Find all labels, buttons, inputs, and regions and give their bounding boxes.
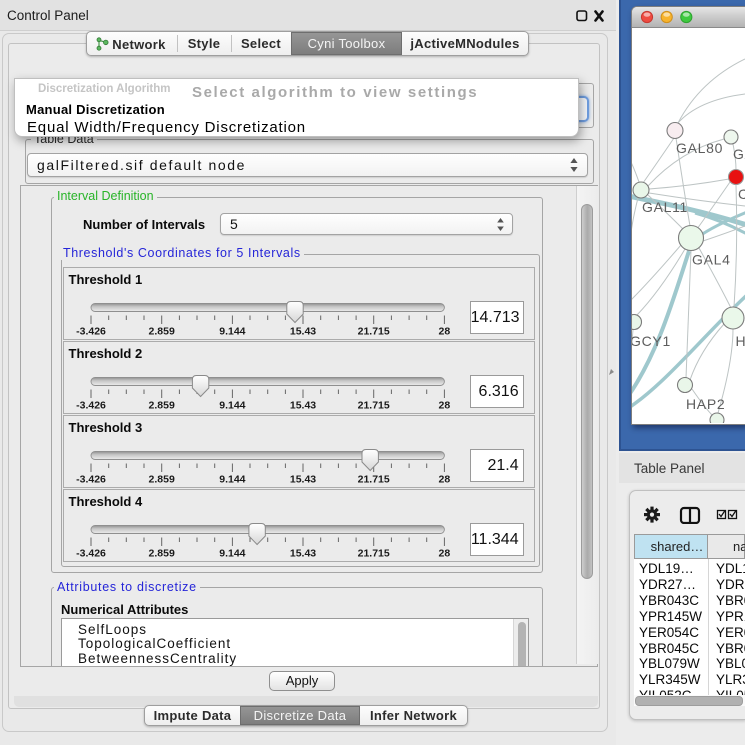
svg-text:9.144: 9.144 — [219, 326, 245, 338]
svg-text:21.715: 21.715 — [357, 548, 389, 560]
svg-text:GCY1: GCY1 — [632, 333, 671, 349]
svg-text:9.144: 9.144 — [219, 474, 245, 486]
svg-text:2.859: 2.859 — [148, 326, 174, 338]
svg-text:15.43: 15.43 — [289, 400, 315, 412]
svg-text:9.144: 9.144 — [219, 548, 245, 560]
svg-text:2.859: 2.859 — [148, 548, 174, 560]
svg-text:28: 28 — [438, 548, 450, 560]
svg-text:28: 28 — [438, 474, 450, 486]
svg-text:Threshold 3: Threshold 3 — [68, 420, 142, 435]
svg-text:-3.426: -3.426 — [76, 400, 106, 412]
svg-text:HI: HI — [736, 333, 745, 349]
svg-text:Threshold 2: Threshold 2 — [68, 346, 142, 361]
svg-text:-3.426: -3.426 — [76, 326, 106, 338]
svg-text:Threshold 4: Threshold 4 — [68, 494, 142, 509]
svg-text:GAL80: GAL80 — [676, 140, 723, 156]
svg-text:28: 28 — [438, 326, 450, 338]
svg-text:15.43: 15.43 — [289, 548, 315, 560]
svg-text:GAL11: GAL11 — [642, 199, 688, 215]
svg-text:GA: GA — [733, 146, 745, 162]
svg-text:21.715: 21.715 — [357, 400, 389, 412]
svg-text:21.715: 21.715 — [357, 474, 389, 486]
svg-text:21.715: 21.715 — [357, 326, 389, 338]
svg-text:GAL4: GAL4 — [692, 252, 731, 268]
svg-text:2.859: 2.859 — [148, 400, 174, 412]
svg-text:15.43: 15.43 — [289, 326, 315, 338]
svg-text:-3.426: -3.426 — [76, 548, 106, 560]
svg-text:-3.426: -3.426 — [76, 474, 106, 486]
svg-text:15.43: 15.43 — [289, 474, 315, 486]
svg-text:9.144: 9.144 — [219, 400, 245, 412]
svg-text:HAP2: HAP2 — [686, 396, 725, 412]
svg-text:C: C — [738, 186, 745, 202]
svg-text:Threshold 1: Threshold 1 — [68, 272, 142, 287]
svg-text:28: 28 — [438, 400, 450, 412]
svg-text:2.859: 2.859 — [148, 474, 174, 486]
